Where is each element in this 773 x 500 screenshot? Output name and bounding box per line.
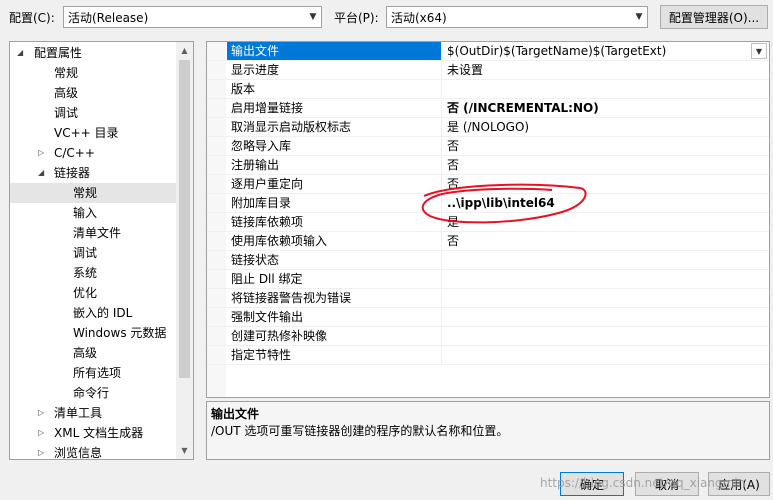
config-dropdown[interactable]: 活动(Release) ▼	[63, 6, 322, 28]
collapse-icon[interactable]: ◢	[38, 163, 44, 183]
scroll-up-icon[interactable]: ▲	[176, 42, 193, 59]
property-row[interactable]: 显示进度 未设置	[207, 61, 769, 80]
description-text: /OUT 选项可重写链接器创建的程序的默认名称和位置。	[211, 424, 509, 438]
property-row[interactable]: 注册输出否	[207, 156, 769, 175]
property-row[interactable]: 链接状态	[207, 251, 769, 270]
config-label: 配置(C):	[9, 11, 55, 25]
tree-root[interactable]: ◢ 配置属性	[10, 43, 178, 63]
property-row[interactable]: 忽略导入库否	[207, 137, 769, 156]
platform-dropdown[interactable]: 活动(x64) ▼	[386, 6, 648, 28]
platform-value: 活动(x64)	[391, 10, 447, 25]
property-row[interactable]: 输出文件 $(OutDir)$(TargetName)$(TargetExt) …	[207, 42, 769, 61]
red-highlight-scribble	[421, 183, 587, 224]
description-title: 输出文件	[211, 407, 260, 421]
collapse-icon[interactable]: ◢	[17, 43, 23, 63]
watermark: https://blog.csdn.net/qq_xiangmin	[540, 476, 746, 490]
property-row[interactable]: 创建可热修补映像	[207, 327, 769, 346]
config-value: 活动(Release)	[68, 10, 149, 25]
property-row[interactable]: 启用增量链接否 (/INCREMENTAL:NO)	[207, 99, 769, 118]
chevron-down-icon[interactable]: ▼	[751, 43, 767, 59]
property-row[interactable]: 版本	[207, 80, 769, 99]
property-row[interactable]: 将链接器警告视为错误	[207, 289, 769, 308]
tree-scrollbar[interactable]: ▲ ▼	[176, 42, 193, 459]
expand-icon[interactable]: ▷	[38, 143, 44, 163]
description-panel: 输出文件 /OUT 选项可重写链接器创建的程序的默认名称和位置。	[206, 401, 770, 460]
tree-root-label: 配置属性	[34, 46, 83, 60]
property-tree[interactable]: ◢ 配置属性 常规 高级 调试 VC++ 目录 ▷ C/C++ ◢ 链接器 常规…	[9, 41, 194, 460]
property-row[interactable]: 阻止 Dll 绑定	[207, 270, 769, 289]
property-row[interactable]: 强制文件输出	[207, 308, 769, 327]
tree-item-linker-general[interactable]: 常规	[10, 183, 176, 203]
property-row[interactable]: 指定节特性	[207, 346, 769, 365]
scroll-down-icon[interactable]: ▼	[176, 442, 193, 459]
platform-label: 平台(P):	[334, 11, 379, 25]
expand-icon[interactable]: ▷	[38, 423, 44, 443]
property-grid[interactable]: 输出文件 $(OutDir)$(TargetName)$(TargetExt) …	[206, 41, 770, 398]
expand-icon[interactable]: ▷	[38, 403, 44, 423]
scrollbar-thumb[interactable]	[179, 60, 190, 378]
expand-icon[interactable]: ▷	[38, 443, 44, 459]
chevron-down-icon: ▼	[635, 12, 643, 22]
property-row[interactable]: 取消显示启动版权标志是 (/NOLOGO)	[207, 118, 769, 137]
property-row[interactable]: 使用库依赖项输入否	[207, 232, 769, 251]
chevron-down-icon: ▼	[309, 12, 317, 22]
config-manager-button[interactable]: 配置管理器(O)...	[660, 5, 768, 29]
